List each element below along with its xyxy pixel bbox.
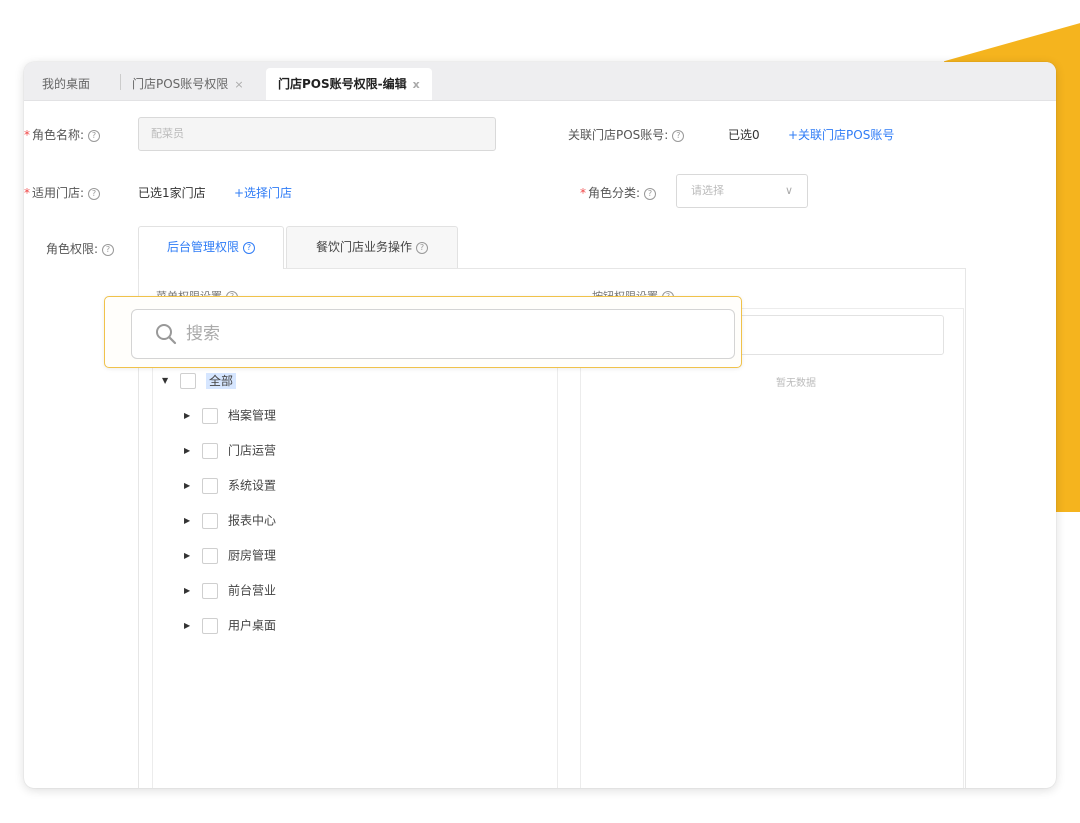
- required-mark: *: [24, 128, 30, 142]
- caret-right-icon[interactable]: ▶: [184, 580, 194, 602]
- checkbox[interactable]: [202, 477, 218, 494]
- search-input[interactable]: 搜索: [131, 309, 735, 359]
- app-window: 我的桌面 门店POS账号权限 × 门店POS账号权限-编辑 x * 角色名称:? 配菜…: [24, 62, 1056, 788]
- help-icon[interactable]: ?: [243, 241, 255, 254]
- search-icon: [156, 324, 177, 345]
- select-store-button[interactable]: +选择门店: [234, 184, 292, 201]
- caret-down-icon[interactable]: ▼: [162, 370, 172, 392]
- tree-node[interactable]: ▶ 档案管理: [184, 404, 276, 426]
- caret-right-icon[interactable]: ▶: [184, 440, 194, 462]
- button-permission-column: [580, 308, 964, 788]
- checkbox[interactable]: [202, 512, 218, 529]
- close-icon[interactable]: x: [413, 78, 420, 91]
- required-mark: *: [24, 186, 30, 200]
- link-pos-value: 已选0: [728, 128, 760, 142]
- checkbox[interactable]: [202, 442, 218, 459]
- tab-backend-permissions[interactable]: 后台管理权限?: [138, 226, 284, 269]
- tree-node[interactable]: ▶ 门店运营: [184, 439, 276, 461]
- close-icon[interactable]: ×: [234, 78, 243, 91]
- role-name-label: * 角色名称:?: [24, 126, 101, 143]
- tree-node[interactable]: ▶ 前台营业: [184, 579, 276, 601]
- role-permission-label: 角色权限:?: [46, 240, 115, 257]
- store-label: * 适用门店:?: [24, 184, 101, 201]
- link-pos-label: 关联门店POS账号:?: [568, 126, 685, 143]
- tree-node[interactable]: ▶ 系统设置: [184, 474, 276, 496]
- chevron-down-icon: ∨: [784, 184, 793, 197]
- caret-right-icon[interactable]: ▶: [184, 405, 194, 427]
- tree-node[interactable]: ▶ 报表中心: [184, 509, 276, 531]
- tab-bar: 我的桌面 门店POS账号权限 × 门店POS账号权限-编辑 x: [24, 62, 1056, 101]
- caret-right-icon[interactable]: ▶: [184, 510, 194, 532]
- help-icon[interactable]: ?: [88, 129, 101, 142]
- empty-state-text: 暂无数据: [776, 378, 816, 389]
- caret-right-icon[interactable]: ▶: [184, 615, 194, 637]
- store-value: 已选1家门店: [138, 186, 206, 200]
- help-icon[interactable]: ?: [416, 241, 428, 254]
- tree-node[interactable]: ▶ 厨房管理: [184, 544, 276, 566]
- checkbox[interactable]: [202, 547, 218, 564]
- caret-right-icon[interactable]: ▶: [184, 545, 194, 567]
- help-icon[interactable]: ?: [672, 129, 685, 142]
- role-category-select[interactable]: 请选择 ∨: [676, 174, 808, 208]
- required-mark: *: [580, 186, 586, 200]
- checkbox[interactable]: [180, 372, 196, 389]
- link-pos-button[interactable]: +关联门店POS账号: [788, 126, 894, 143]
- tab-separator: [120, 74, 121, 90]
- tab-store-pos-permissions[interactable]: 门店POS账号权限 ×: [132, 68, 244, 100]
- tab-store-pos-permissions-edit[interactable]: 门店POS账号权限-编辑 x: [266, 68, 432, 100]
- help-icon[interactable]: ?: [88, 187, 101, 200]
- checkbox[interactable]: [202, 617, 218, 634]
- caret-right-icon[interactable]: ▶: [184, 475, 194, 497]
- search-highlight-frame: 搜索: [104, 296, 742, 368]
- tree-node[interactable]: ▶ 用户桌面: [184, 614, 276, 636]
- search-placeholder: 搜索: [186, 324, 220, 344]
- tab-desktop[interactable]: 我的桌面: [42, 68, 90, 100]
- help-icon[interactable]: ?: [644, 187, 657, 200]
- help-icon[interactable]: ?: [102, 243, 115, 256]
- tree-node-root[interactable]: ▼ 全部: [162, 369, 237, 392]
- role-name-input[interactable]: 配菜员: [138, 117, 496, 151]
- role-category-label: * 角色分类:?: [580, 184, 657, 201]
- checkbox[interactable]: [202, 407, 218, 424]
- tab-store-operations[interactable]: 餐饮门店业务操作?: [286, 226, 458, 268]
- checkbox[interactable]: [202, 582, 218, 599]
